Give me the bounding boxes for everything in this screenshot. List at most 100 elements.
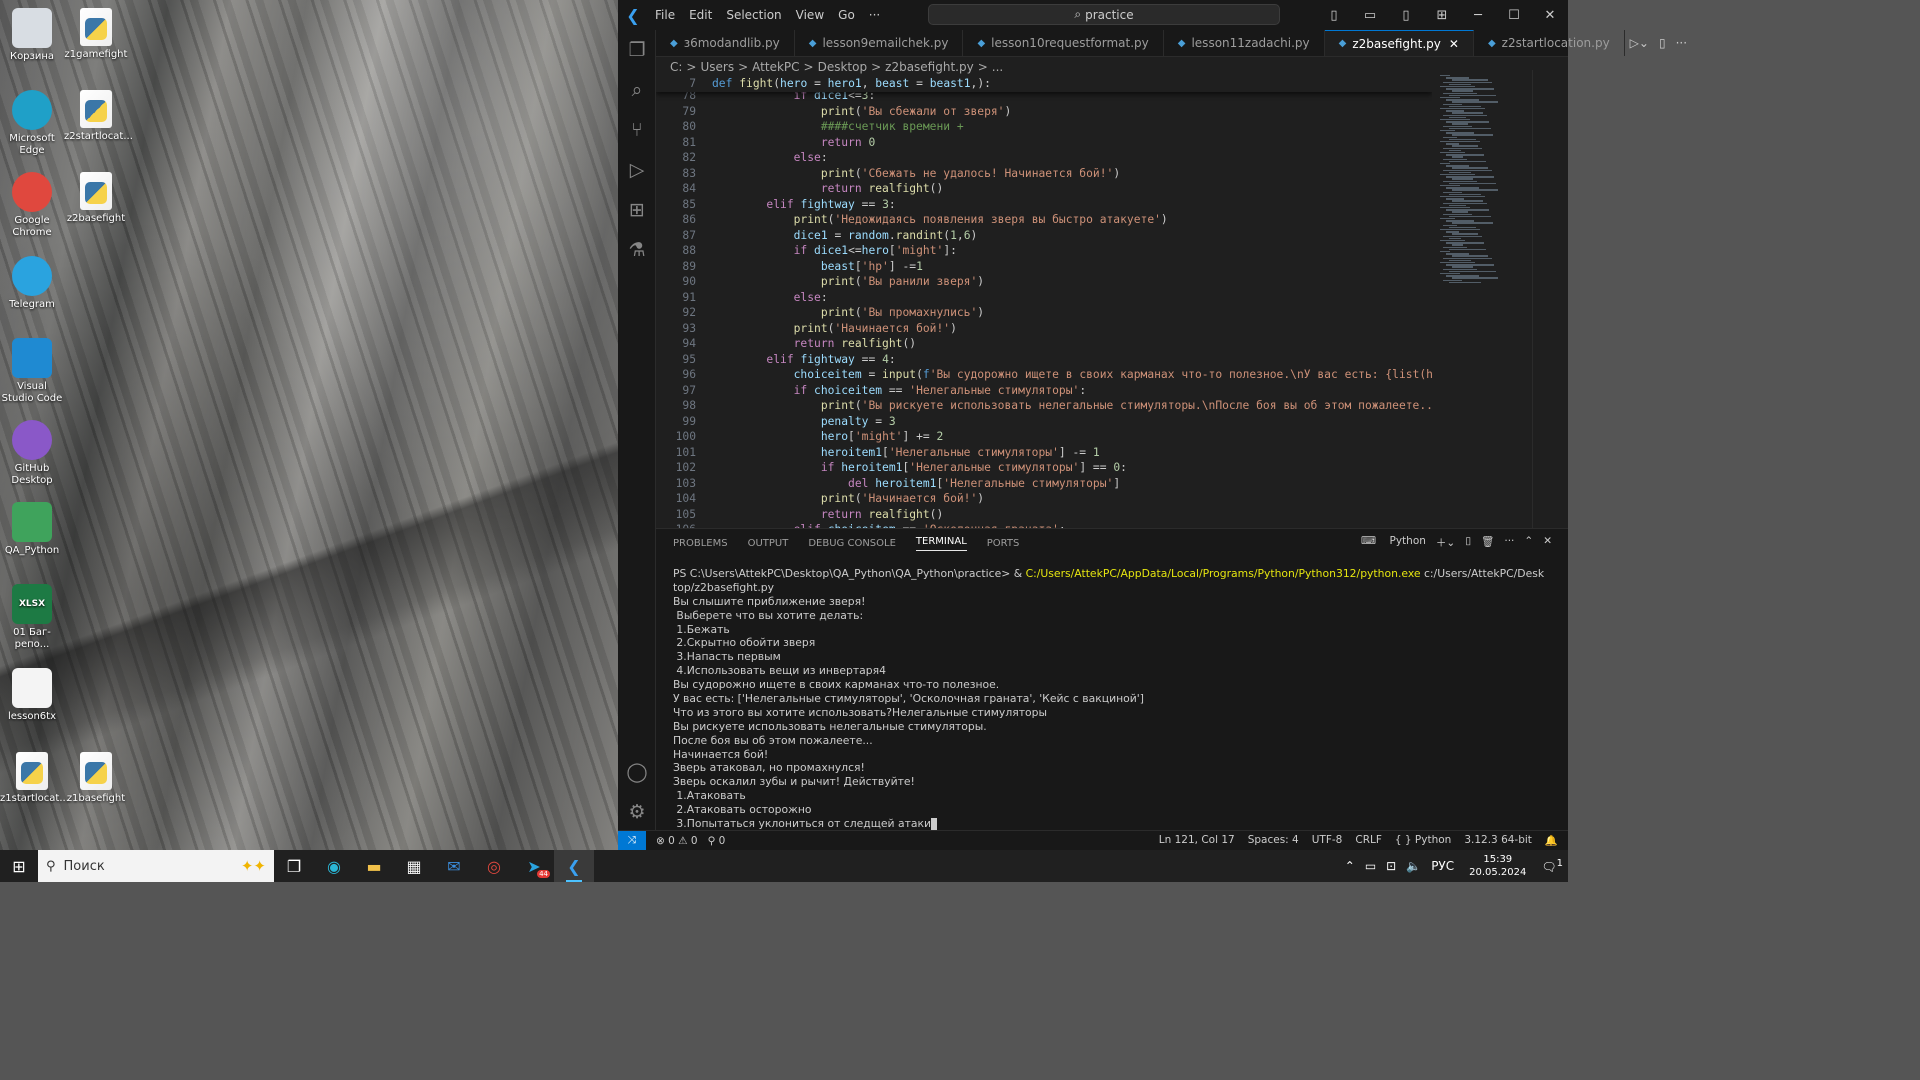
desktop-icon[interactable]: Корзина: [0, 8, 64, 63]
notifications-bell-icon[interactable]: 🔔: [1545, 834, 1558, 847]
run-file-icon[interactable]: ▷⌄: [1630, 36, 1649, 50]
desktop-icon[interactable]: Microsoft Edge: [0, 90, 64, 157]
code-line[interactable]: 98 print('Вы рискуете использовать нелег…: [656, 398, 1432, 414]
start-button-icon[interactable]: ⊞: [0, 850, 38, 882]
code-line[interactable]: 87 dice1 = random.randint(1,6): [656, 228, 1432, 244]
problems-count[interactable]: ⊗ 0 ⚠ 0: [656, 835, 698, 847]
editor-tab[interactable]: ◆ z2basefight.py ✕: [1324, 30, 1474, 56]
cursor-position[interactable]: Ln 121, Col 17: [1159, 834, 1235, 847]
maximize-panel-icon[interactable]: ⌃: [1524, 535, 1533, 550]
file-explorer-icon[interactable]: ▬: [354, 850, 394, 882]
code-line[interactable]: 99 penalty = 3: [656, 414, 1432, 430]
code-line[interactable]: 90 print('Вы ранили зверя'): [656, 274, 1432, 290]
breadcrumb-item[interactable]: AttekPC: [752, 60, 799, 74]
desktop-icon[interactable]: z1startlocat...: [0, 752, 69, 805]
panel-tab[interactable]: DEBUG CONSOLE: [808, 538, 896, 549]
breadcrumb-item[interactable]: Users: [700, 60, 734, 74]
sticky-scroll-header[interactable]: 7 def fight(hero = hero1, beast = beast1,…: [656, 76, 1432, 92]
terminal-shell-label[interactable]: ⌨ Python: [1361, 535, 1426, 550]
desktop-icon[interactable]: GitHub Desktop: [0, 420, 64, 487]
code-line[interactable]: 82 else:: [656, 150, 1432, 166]
panel-tab[interactable]: PORTS: [987, 538, 1020, 549]
code-line[interactable]: 97 if choiceitem == 'Нелегальные стимуля…: [656, 383, 1432, 399]
toggle-sidebar-icon[interactable]: ▯: [1316, 8, 1352, 23]
edge-icon[interactable]: ◉: [314, 850, 354, 882]
minimize-icon[interactable]: ─: [1460, 8, 1496, 23]
code-line[interactable]: 88 if dice1<=hero['might']:: [656, 243, 1432, 259]
end-of-line[interactable]: CRLF: [1355, 834, 1382, 847]
desktop-icon[interactable]: lesson6tx: [0, 668, 64, 723]
ports-count[interactable]: ⚲ 0: [708, 835, 726, 847]
breadcrumb-item[interactable]: Desktop: [818, 60, 868, 74]
close-window-icon[interactable]: ✕: [1532, 8, 1568, 23]
editor-tab[interactable]: ◆ lesson9emailchek.py: [795, 30, 964, 56]
code-line[interactable]: 100 hero['might'] += 2: [656, 429, 1432, 445]
code-line[interactable]: 96 choiceitem = input(f'Вы судорожно ище…: [656, 367, 1432, 383]
menu-item[interactable]: Edit: [689, 8, 712, 22]
editor-tab[interactable]: ◆ lesson11zadachi.py: [1164, 30, 1325, 56]
vscode-taskbar-icon[interactable]: ❮: [554, 850, 594, 882]
store-icon[interactable]: ▦: [394, 850, 434, 882]
terminal-output[interactable]: PS C:\Users\AttekPC\Desktop\QA_Python\QA…: [673, 567, 1553, 831]
code-line[interactable]: 84 return realfight(): [656, 181, 1432, 197]
editor-tab[interactable]: ◆ z2startlocation.py: [1474, 30, 1625, 56]
editor-scrollbar[interactable]: [1532, 70, 1542, 528]
toggle-panel-icon[interactable]: ▭: [1352, 8, 1388, 23]
desktop-icon[interactable]: XLSX 01 Баг-репо...: [0, 584, 64, 651]
tray-overflow-icon[interactable]: ⌃: [1345, 859, 1355, 873]
breadcrumb-item[interactable]: ...: [992, 60, 1003, 74]
breadcrumb-item[interactable]: C:: [670, 60, 682, 74]
menu-item[interactable]: Go: [838, 8, 855, 22]
network-icon[interactable]: ⊡: [1386, 859, 1396, 873]
code-line[interactable]: 81 return 0: [656, 135, 1432, 151]
code-line[interactable]: 105 return realfight(): [656, 507, 1432, 523]
menu-item[interactable]: ···: [869, 8, 880, 22]
kill-terminal-icon[interactable]: 🗑: [1481, 535, 1494, 550]
editor-tab[interactable]: ◆ з6modandlib.py: [656, 30, 795, 56]
code-line[interactable]: 103 del heroitem1['Нелегальные стимулято…: [656, 476, 1432, 492]
code-line[interactable]: 104 print('Начинается бой!'): [656, 491, 1432, 507]
run-debug-icon[interactable]: ▷: [618, 150, 656, 190]
new-terminal-icon[interactable]: ＋⌄: [1436, 535, 1455, 550]
code-line[interactable]: 89 beast['hp'] -=1: [656, 259, 1432, 275]
minimap[interactable]: [1432, 70, 1532, 528]
telegram-icon[interactable]: ➤ 44: [514, 850, 554, 882]
language-indicator[interactable]: РУС: [1431, 859, 1454, 873]
split-editor-icon[interactable]: ▯: [1659, 36, 1666, 50]
split-terminal-icon[interactable]: ▯: [1465, 535, 1471, 550]
code-line[interactable]: 83 print('Сбежать не удалось! Начинается…: [656, 166, 1432, 182]
breadcrumb-item[interactable]: z2basefight.py: [885, 60, 974, 74]
code-line[interactable]: 93 print('Начинается бой!'): [656, 321, 1432, 337]
desktop-icon[interactable]: z2startlocat...: [64, 90, 133, 143]
notifications-icon[interactable]: 🗨1: [1541, 858, 1563, 874]
desktop-icon[interactable]: Telegram: [0, 256, 64, 311]
desktop-icon[interactable]: QA_Python: [0, 502, 64, 557]
python-interpreter[interactable]: 3.12.3 64-bit: [1464, 834, 1532, 847]
extensions-icon[interactable]: ⊞: [618, 190, 656, 230]
panel-tab[interactable]: OUTPUT: [748, 538, 789, 549]
desktop-icon[interactable]: z1basefight: [64, 752, 128, 805]
taskbar-search[interactable]: ⚲ Поиск ✦✦: [38, 850, 274, 882]
desktop-icon[interactable]: Visual Studio Code: [0, 338, 64, 405]
code-line[interactable]: 79 print('Вы сбежали от зверя'): [656, 104, 1432, 120]
code-editor[interactable]: 7 def fight(hero = hero1, beast = beast1,…: [656, 76, 1432, 528]
desktop-icon[interactable]: z1gamefight: [64, 8, 128, 61]
desktop-icon[interactable]: Google Chrome: [0, 172, 64, 239]
panel-tab[interactable]: PROBLEMS: [673, 538, 728, 549]
desktop-icon[interactable]: z2basefight: [64, 172, 128, 225]
toggle-secondary-sidebar-icon[interactable]: ▯: [1388, 8, 1424, 23]
menu-item[interactable]: Selection: [726, 8, 781, 22]
code-line[interactable]: 80 ####счетчик времени +: [656, 119, 1432, 135]
volume-icon[interactable]: 🔈: [1406, 859, 1421, 873]
code-line[interactable]: 85 elif fightway == 3:: [656, 197, 1432, 213]
customize-layout-icon[interactable]: ⊞: [1424, 8, 1460, 23]
code-line[interactable]: 92 print('Вы промахнулись'): [656, 305, 1432, 321]
code-line[interactable]: 102 if heroitem1['Нелегальные стимулятор…: [656, 460, 1432, 476]
clock[interactable]: 15:39 20.05.2024: [1469, 853, 1526, 879]
meet-now-icon[interactable]: ▭: [1365, 859, 1376, 873]
code-line[interactable]: 86 print('Недожидаясь появления зверя вы…: [656, 212, 1432, 228]
mail-icon[interactable]: ✉: [434, 850, 474, 882]
testing-icon[interactable]: ⚗: [618, 230, 656, 270]
chrome-icon[interactable]: ◎: [474, 850, 514, 882]
menu-item[interactable]: File: [655, 8, 675, 22]
